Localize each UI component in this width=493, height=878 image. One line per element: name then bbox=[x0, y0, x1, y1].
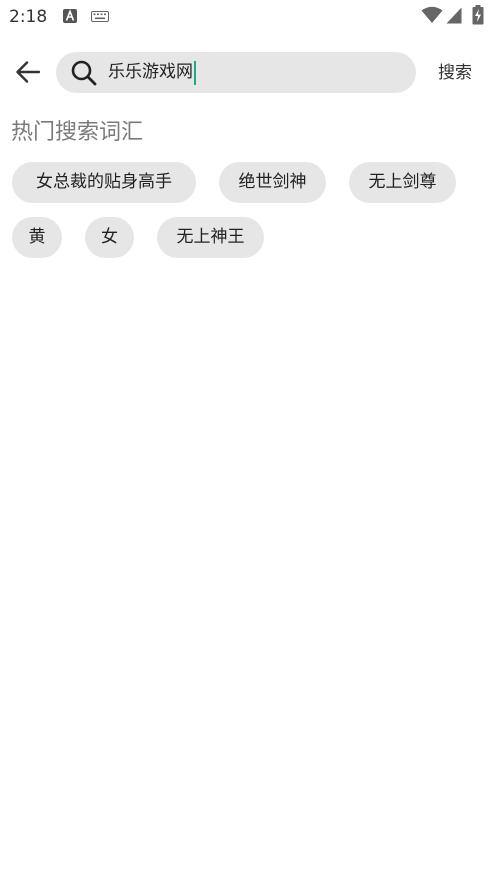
hot-search-tag[interactable]: 绝世剑神 bbox=[219, 162, 326, 203]
search-icon bbox=[71, 60, 97, 86]
hot-search-tag[interactable]: 无上神王 bbox=[157, 217, 264, 258]
keyboard-icon bbox=[91, 11, 109, 22]
search-input[interactable]: 乐乐游戏网 bbox=[108, 52, 398, 93]
hot-search-title: 热门搜索词汇 bbox=[11, 120, 144, 145]
status-bar: 2:18 bbox=[0, 0, 493, 34]
back-button[interactable] bbox=[10, 56, 46, 88]
hot-search-tag[interactable]: 女总裁的贴身高手 bbox=[12, 162, 196, 203]
a-notification-icon bbox=[63, 9, 77, 23]
text-caret bbox=[194, 60, 196, 85]
status-time: 2:18 bbox=[9, 7, 48, 27]
wifi-icon bbox=[421, 6, 443, 23]
arrow-left-icon bbox=[16, 61, 41, 83]
hot-search-tag[interactable]: 无上剑尊 bbox=[349, 162, 456, 203]
search-button[interactable]: 搜索 bbox=[430, 58, 480, 88]
battery-charging-icon bbox=[472, 5, 484, 25]
search-box[interactable]: 乐乐游戏网 bbox=[56, 52, 416, 93]
hot-search-tag[interactable]: 女 bbox=[85, 217, 134, 258]
cell-signal-icon bbox=[446, 7, 462, 24]
search-input-value: 乐乐游戏网 bbox=[108, 62, 193, 82]
hot-search-tag[interactable]: 黄 bbox=[12, 217, 62, 258]
